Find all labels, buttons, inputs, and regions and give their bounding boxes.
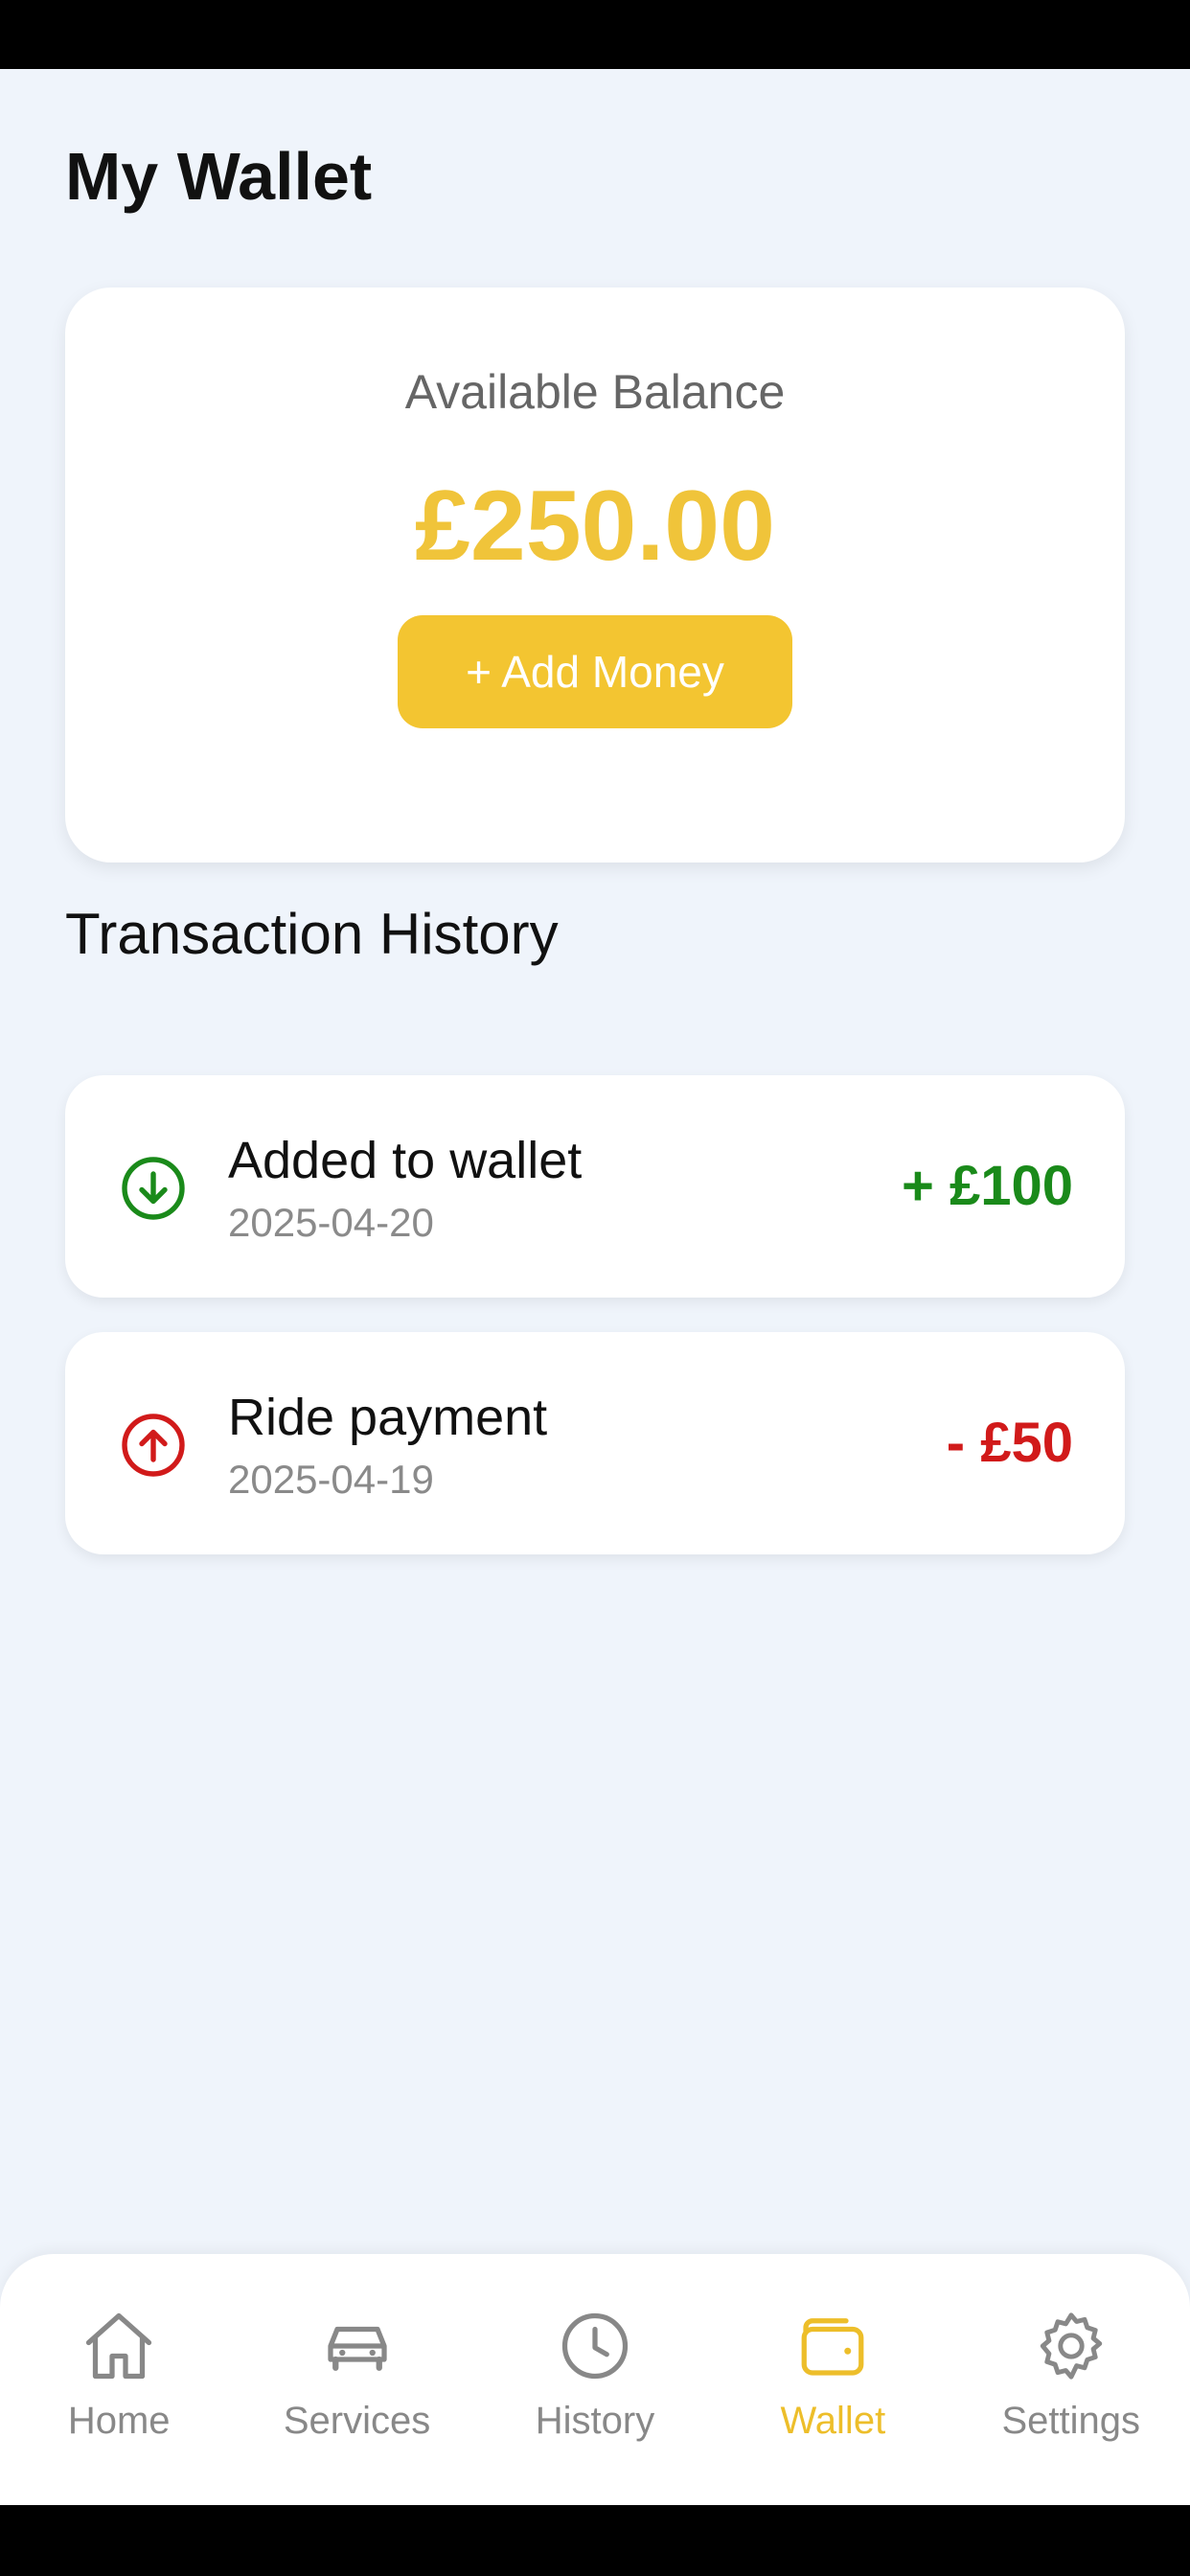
transaction-amount: - £50 [946,1412,1073,1474]
balance-card: Available Balance £250.00 + Add Money [65,288,1125,862]
home-icon [86,2312,152,2380]
nav-item-settings[interactable]: Settings [961,2306,1181,2443]
transaction-title: Added to wallet [228,1132,583,1189]
clock-icon [561,2312,629,2380]
nav-label: Settings [1001,2400,1141,2442]
add-money-button[interactable]: + Add Money [398,615,792,728]
nav-label: Wallet [780,2400,886,2442]
transaction-amount: + £100 [901,1155,1073,1217]
bottom-nav: Home Services History Wallet Settings [0,2254,1190,2505]
transaction-history-title: Transaction History [65,902,559,966]
arrow-up-circle-icon [122,1414,185,1477]
nav-label: Home [67,2400,171,2442]
nav-label: Services [283,2400,431,2442]
balance-amount: £250.00 [415,471,775,582]
page-title: My Wallet [65,139,373,214]
wallet-icon [801,2318,864,2376]
nav-item-wallet[interactable]: Wallet [722,2306,943,2443]
nav-item-history[interactable]: History [485,2306,705,2443]
car-icon [327,2326,387,2371]
transaction-date: 2025-04-19 [228,1457,434,1502]
transaction-date: 2025-04-20 [228,1200,434,1245]
balance-label: Available Balance [404,365,786,419]
wallet-screen: My Wallet Available Balance £250.00 + Ad… [0,69,1190,2505]
gear-icon [1040,2312,1102,2380]
arrow-down-circle-icon [122,1157,185,1220]
nav-item-home[interactable]: Home [9,2306,229,2443]
transaction-title: Ride payment [228,1389,548,1446]
transaction-item[interactable]: Ride payment 2025-04-19 - £50 [65,1332,1125,1554]
nav-label: History [535,2400,655,2442]
transaction-item[interactable]: Added to wallet 2025-04-20 + £100 [65,1075,1125,1298]
nav-item-services[interactable]: Services [247,2306,468,2443]
